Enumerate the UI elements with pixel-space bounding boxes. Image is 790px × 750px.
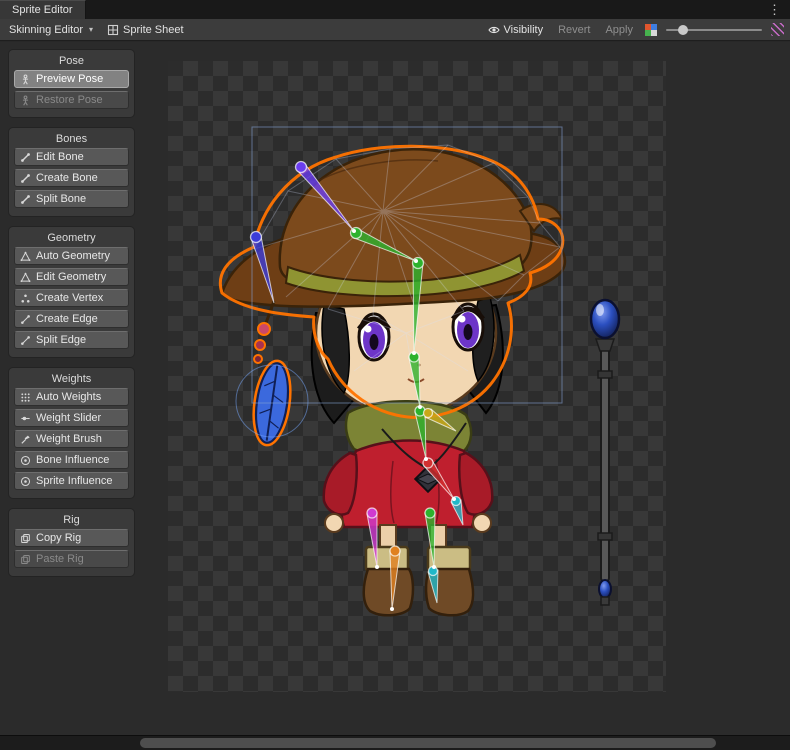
- overlay-opacity-slider[interactable]: [666, 23, 762, 37]
- group-title: Rig: [12, 514, 131, 526]
- eye-icon: [488, 24, 500, 36]
- bones-group: Bones Edit Bone Create Bone Split Bone: [8, 127, 135, 217]
- character-sprite: [168, 61, 666, 692]
- sprite-influence-button[interactable]: Sprite Influence: [14, 472, 129, 490]
- paste-rig-button[interactable]: Paste Rig: [14, 550, 129, 568]
- sprite-sheet-button[interactable]: Sprite Sheet: [104, 19, 187, 40]
- create-edge-button[interactable]: Create Edge: [14, 310, 129, 328]
- group-title: Geometry: [12, 232, 131, 244]
- auto-weights-icon: [20, 392, 31, 403]
- tab-sprite-editor[interactable]: Sprite Editor: [0, 0, 86, 19]
- create-bone-icon: [20, 173, 31, 184]
- split-bone-icon: [20, 194, 31, 205]
- weight-slider-icon: [20, 413, 31, 424]
- bone-influence-button[interactable]: Bone Influence: [14, 451, 129, 469]
- bone-influence-icon: [20, 455, 31, 466]
- overlay-color-icon[interactable]: [645, 24, 657, 36]
- preview-pose-button[interactable]: Preview Pose: [14, 70, 129, 88]
- geometry-group: Geometry Auto Geometry Edit Geometry Cre…: [8, 226, 135, 358]
- group-title: Pose: [12, 55, 131, 67]
- weight-slider-button[interactable]: Weight Slider: [14, 409, 129, 427]
- paste-rig-icon: [20, 554, 31, 565]
- restore-pose-button[interactable]: Restore Pose: [14, 91, 129, 109]
- apply-button[interactable]: Apply: [602, 24, 636, 36]
- sprite-influence-icon: [20, 476, 31, 487]
- create-vertex-icon: [20, 293, 31, 304]
- rig-group: Rig Copy Rig Paste Rig: [8, 508, 135, 577]
- sprite-sheet-label: Sprite Sheet: [123, 24, 184, 36]
- skinning-toolbar: Skinning Editor ▾ Sprite Sheet Visibilit…: [0, 19, 790, 41]
- sprite-sheet-icon: [107, 24, 119, 36]
- horizontal-scrollbar-thumb[interactable]: [140, 738, 716, 748]
- skinning-main-area: Pose Preview Pose Restore Pose Bones Edi…: [0, 42, 790, 735]
- weight-brush-icon: [20, 434, 31, 445]
- edit-geometry-button[interactable]: Edit Geometry: [14, 268, 129, 286]
- visibility-label: Visibility: [504, 24, 544, 36]
- tool-sidebar: Pose Preview Pose Restore Pose Bones Edi…: [8, 49, 135, 586]
- split-bone-button[interactable]: Split Bone: [14, 190, 129, 208]
- horizontal-scrollbar[interactable]: [0, 735, 790, 750]
- dropdown-label: Skinning Editor: [9, 24, 83, 36]
- edit-geometry-icon: [20, 272, 31, 283]
- restore-pose-icon: [20, 95, 31, 106]
- split-edge-icon: [20, 335, 31, 346]
- edit-bone-icon: [20, 152, 31, 163]
- auto-geometry-button[interactable]: Auto Geometry: [14, 247, 129, 265]
- group-title: Bones: [12, 133, 131, 145]
- preview-pose-icon: [20, 74, 31, 85]
- chevron-down-icon: ▾: [89, 25, 93, 34]
- revert-button[interactable]: Revert: [555, 24, 593, 36]
- group-title: Weights: [12, 373, 131, 385]
- create-vertex-button[interactable]: Create Vertex: [14, 289, 129, 307]
- tab-label: Sprite Editor: [12, 4, 73, 16]
- create-bone-button[interactable]: Create Bone: [14, 169, 129, 187]
- skinning-editor-dropdown[interactable]: Skinning Editor ▾: [6, 19, 96, 40]
- alpha-slider-icon[interactable]: [771, 23, 784, 36]
- kebab-menu-icon[interactable]: ⋮: [759, 0, 790, 19]
- copy-rig-button[interactable]: Copy Rig: [14, 529, 129, 547]
- pose-group: Pose Preview Pose Restore Pose: [8, 49, 135, 118]
- copy-rig-icon: [20, 533, 31, 544]
- create-edge-icon: [20, 314, 31, 325]
- edit-bone-button[interactable]: Edit Bone: [14, 148, 129, 166]
- visibility-button[interactable]: Visibility: [485, 24, 547, 36]
- right-eye: [453, 304, 483, 350]
- editor-tab-bar: Sprite Editor ⋮: [0, 0, 790, 19]
- weights-group: Weights Auto Weights Weight Slider Weigh…: [8, 367, 135, 499]
- slider-knob[interactable]: [678, 25, 688, 35]
- split-edge-button[interactable]: Split Edge: [14, 331, 129, 349]
- weight-brush-button[interactable]: Weight Brush: [14, 430, 129, 448]
- auto-geometry-icon: [20, 251, 31, 262]
- auto-weights-button[interactable]: Auto Weights: [14, 388, 129, 406]
- sprite-canvas[interactable]: [168, 61, 666, 692]
- staff-sprite: [591, 300, 619, 605]
